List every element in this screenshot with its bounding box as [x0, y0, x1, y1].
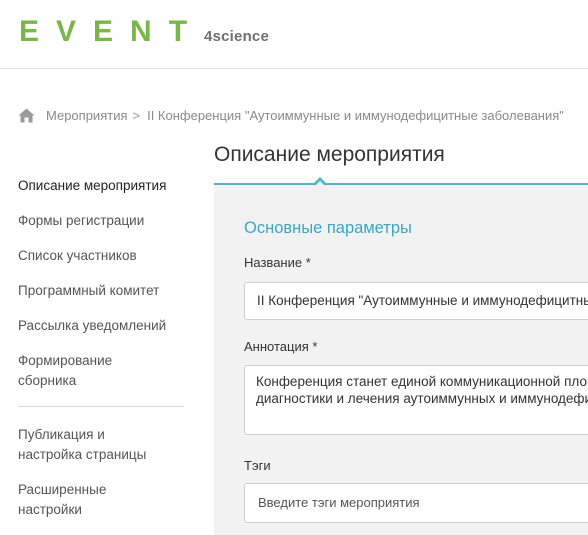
sidebar-item-label: настройка страницы	[18, 447, 147, 462]
sidebar-item-label: Публикация и	[18, 427, 105, 442]
logo-suffix: 4science	[204, 28, 270, 45]
sidebar-divider	[18, 406, 184, 407]
main-content: Основные параметры Название * II Конфере…	[214, 185, 588, 535]
sidebar: Описание мероприятия Формы регистрации С…	[18, 176, 184, 535]
sidebar-item-registration-forms[interactable]: Формы регистрации	[18, 211, 184, 231]
page-title: Описание мероприятия	[214, 143, 445, 166]
sidebar-item-label: Формирование	[18, 353, 113, 368]
section-title: Основные параметры	[244, 219, 412, 237]
breadcrumb-current[interactable]: II Конференция "Аутоиммунные и иммунодеф…	[147, 108, 564, 123]
logo-word: EVENT	[19, 15, 205, 48]
sidebar-item-label: сборника	[18, 373, 77, 388]
breadcrumb-events-link[interactable]: Мероприятия	[46, 108, 128, 123]
name-input[interactable]: II Конференция "Аутоиммунные и иммунодеф…	[244, 282, 588, 320]
annotation-line: диагностики и лечения аутоиммунных и имм…	[256, 391, 588, 406]
tags-input[interactable]: Введите тэги мероприятия	[244, 483, 588, 523]
sidebar-item-label: настройки	[18, 502, 82, 517]
sidebar-item-advanced-settings[interactable]: Расширенные настройки	[18, 480, 184, 520]
annotation-line: Конференция станет единой коммуникационн…	[256, 374, 588, 389]
name-label: Название *	[244, 255, 311, 270]
sidebar-item-publication[interactable]: Публикация и настройка страницы	[18, 425, 184, 465]
logo[interactable]: EVENT 4science	[19, 14, 269, 50]
annotation-label: Аннотация *	[244, 339, 318, 354]
home-icon[interactable]	[18, 108, 35, 123]
sidebar-item-label: Расширенные	[18, 482, 107, 497]
breadcrumb: Мероприятия > II Конференция "Аутоиммунн…	[18, 108, 564, 123]
tags-label: Тэги	[244, 458, 271, 473]
sidebar-item-notifications[interactable]: Рассылка уведомлений	[18, 316, 184, 336]
sidebar-item-event-description[interactable]: Описание мероприятия	[18, 176, 184, 196]
sidebar-item-proceedings[interactable]: Формирование сборника	[18, 351, 184, 391]
sidebar-item-program-committee[interactable]: Программный комитет	[18, 281, 184, 301]
sidebar-item-participants[interactable]: Список участников	[18, 246, 184, 266]
top-header: EVENT 4science	[0, 0, 588, 69]
breadcrumb-separator: >	[132, 108, 141, 123]
annotation-textarea[interactable]: Конференция станет единой коммуникационн…	[244, 365, 588, 435]
